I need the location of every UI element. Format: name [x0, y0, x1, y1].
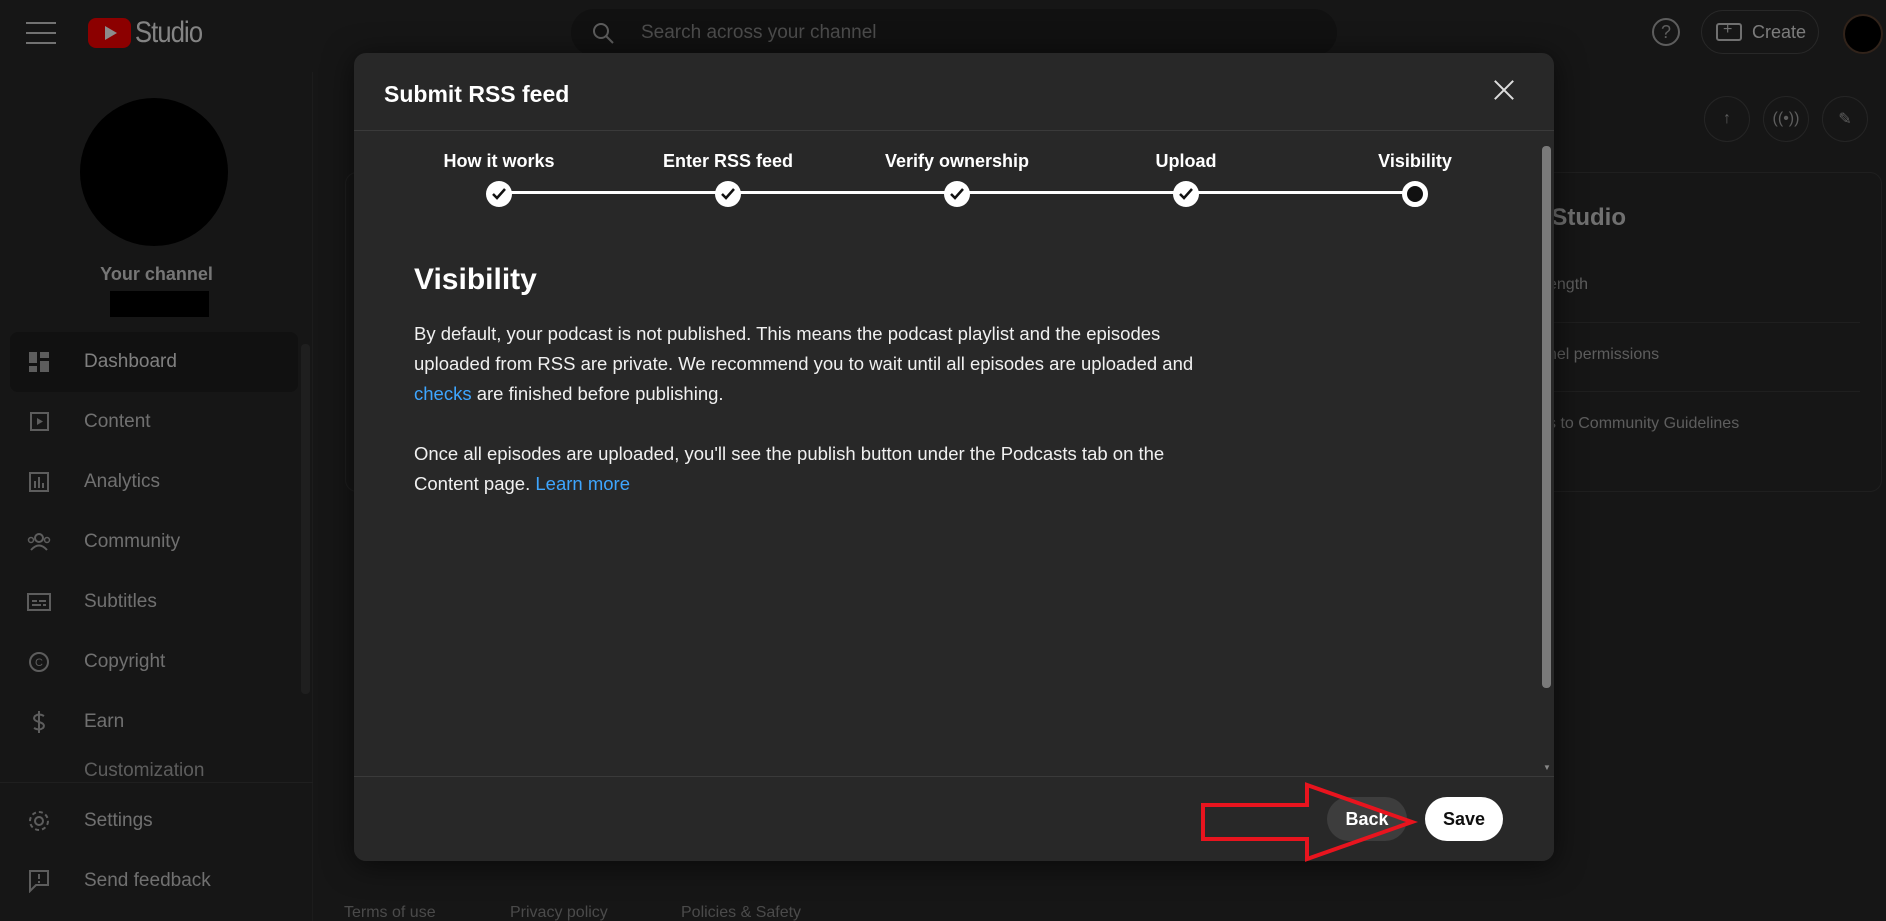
paragraph-text: are finished before publishing. — [471, 383, 724, 404]
step-verify-ownership[interactable]: Verify ownership — [847, 151, 1067, 207]
step-how-it-works[interactable]: How it works — [389, 151, 609, 207]
step-visibility[interactable]: Visibility — [1305, 151, 1525, 207]
paragraph-text: By default, your podcast is not publishe… — [414, 323, 1194, 374]
step-label: Enter RSS feed — [662, 151, 794, 171]
annotation-arrow-icon — [1201, 782, 1419, 862]
step-label: Upload — [1155, 151, 1217, 171]
step-label: How it works — [443, 151, 555, 171]
paragraph-text: Once all episodes are uploaded, you'll s… — [414, 443, 1165, 494]
scroll-down-arrow-icon[interactable]: ▼ — [1543, 763, 1551, 772]
step-upload[interactable]: Upload — [1076, 151, 1296, 207]
visibility-paragraph-1: By default, your podcast is not publishe… — [414, 319, 1214, 409]
step-enter-rss-feed[interactable]: Enter RSS feed — [618, 151, 838, 207]
dialog-header: Submit RSS feed — [354, 53, 1554, 131]
visibility-paragraph-2: Once all episodes are uploaded, you'll s… — [414, 439, 1214, 499]
save-button[interactable]: Save — [1425, 797, 1503, 841]
check-icon — [486, 181, 512, 207]
check-icon — [1173, 181, 1199, 207]
current-step-icon — [1402, 181, 1428, 207]
learn-more-link[interactable]: Learn more — [535, 473, 630, 494]
checks-link[interactable]: checks — [414, 383, 472, 404]
dialog-scrollbar[interactable] — [1542, 146, 1551, 688]
close-icon[interactable] — [1488, 75, 1520, 107]
check-icon — [944, 181, 970, 207]
dialog-title: Submit RSS feed — [384, 81, 570, 107]
step-label: Visibility — [1378, 151, 1452, 171]
section-heading: Visibility — [414, 263, 537, 296]
stepper: How it works Enter RSS feed Verify owner… — [404, 151, 1454, 221]
check-icon — [715, 181, 741, 207]
dialog-body: Visibility By default, your podcast is n… — [414, 263, 1214, 529]
step-label: Verify ownership — [884, 151, 1030, 171]
submit-rss-dialog: Submit RSS feed How it works Enter RSS f… — [354, 53, 1554, 861]
